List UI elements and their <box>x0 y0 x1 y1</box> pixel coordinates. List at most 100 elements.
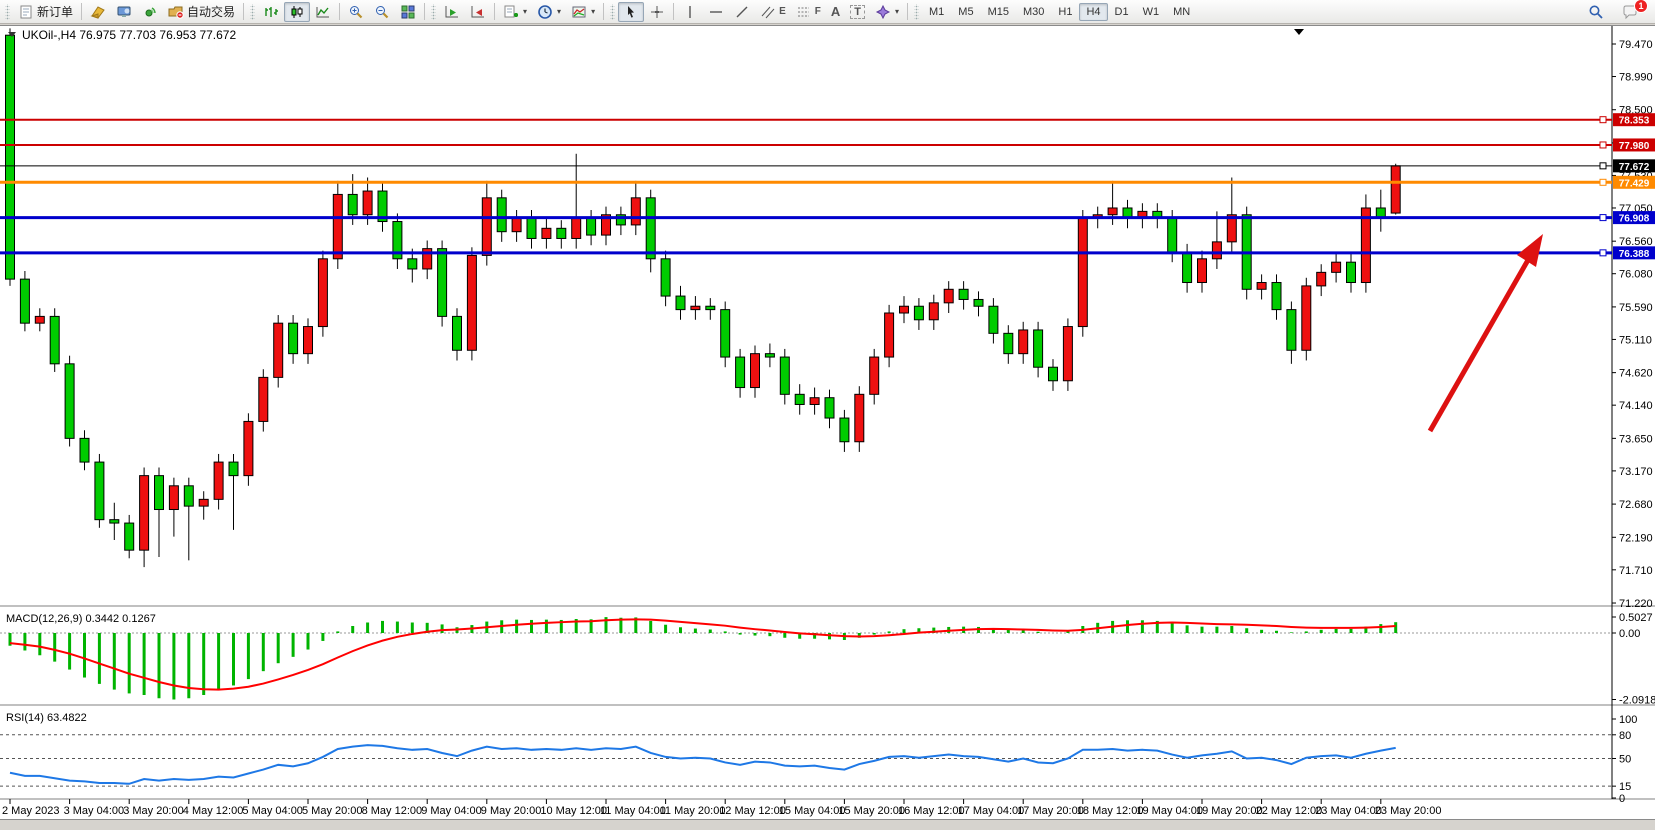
candle-down <box>184 486 193 506</box>
chart-shift-marker[interactable] <box>1294 29 1304 35</box>
candle-up <box>1257 283 1266 290</box>
toolbar-grip[interactable] <box>914 4 919 20</box>
candle-down <box>1049 367 1058 381</box>
date-axis-label: 3 May 04:00 <box>64 805 125 817</box>
candle-down <box>721 310 730 357</box>
price-badge-label: 76.388 <box>1619 249 1650 260</box>
candle-up <box>214 462 223 499</box>
indicators-button[interactable]: ▾ <box>498 2 532 22</box>
autotrade-button[interactable]: 自动交易 <box>163 2 240 22</box>
timeframe-m1-button[interactable]: M1 <box>922 3 951 21</box>
timeframe-w1-button[interactable]: W1 <box>1136 3 1167 21</box>
timeframe-d1-button[interactable]: D1 <box>1108 3 1136 21</box>
candle-up <box>1361 208 1370 283</box>
zoom-out-icon <box>374 4 390 20</box>
fibonacci-tool-button[interactable]: F <box>791 2 826 22</box>
timeframe-h4-button[interactable]: H4 <box>1079 3 1107 21</box>
separator <box>494 3 495 20</box>
rsi-axis-label: 0 <box>1619 793 1625 805</box>
candlestick-chart-button[interactable] <box>284 2 310 22</box>
zoom-out-button[interactable] <box>369 2 395 22</box>
candle-down <box>438 249 447 317</box>
price-axis-label: 74.620 <box>1619 368 1653 380</box>
toolbar: 新订单 自动交易 ▾ <box>0 0 1655 24</box>
market-watch-button[interactable] <box>85 2 111 22</box>
chart-canvas[interactable]: 79.47078.99078.50078.01077.53077.05076.5… <box>0 26 1655 819</box>
text-label-tool-button[interactable]: T <box>845 2 870 22</box>
channel-tool-button[interactable]: E <box>755 2 791 22</box>
zoom-in-button[interactable] <box>343 2 369 22</box>
toolbar-grip[interactable] <box>5 4 10 20</box>
date-axis-label: 10 May 12:00 <box>540 805 607 817</box>
cursor-tool-button[interactable] <box>618 2 644 22</box>
templates-button[interactable]: ▾ <box>566 2 600 22</box>
notifications-button[interactable]: 1 <box>1617 2 1643 22</box>
arrows-tool-button[interactable]: ▾ <box>870 2 904 22</box>
bar-chart-button[interactable] <box>258 2 284 22</box>
date-axis-label: 23 May 20:00 <box>1375 805 1442 817</box>
trendline-icon <box>734 4 750 20</box>
line-chart-button[interactable] <box>310 2 336 22</box>
rsi-axis-label: 100 <box>1619 714 1637 726</box>
signal-icon <box>142 4 158 20</box>
candle-up <box>169 486 178 510</box>
toolbar-grip[interactable] <box>610 4 615 20</box>
timeframe-h1-button[interactable]: H1 <box>1051 3 1079 21</box>
candle-up <box>751 354 760 388</box>
chart-shift-button[interactable] <box>465 2 491 22</box>
candle-up <box>1317 272 1326 286</box>
candle-up <box>810 398 819 405</box>
candle-up <box>1198 259 1207 283</box>
crosshair-tool-button[interactable] <box>644 2 670 22</box>
vertical-line-tool-button[interactable] <box>677 2 703 22</box>
new-order-button[interactable]: 新订单 <box>13 2 78 22</box>
candle-down <box>825 398 834 418</box>
toolbar-grip[interactable] <box>250 4 255 20</box>
date-axis-label: 9 May 20:00 <box>481 805 542 817</box>
date-axis-label: 19 May 20:00 <box>1196 805 1263 817</box>
fibonacci-icon <box>796 4 812 20</box>
navigator-button[interactable] <box>137 2 163 22</box>
candle-down <box>155 476 164 510</box>
new-order-icon <box>18 4 34 20</box>
candle-up <box>363 191 372 215</box>
auto-scroll-button[interactable] <box>439 2 465 22</box>
trend-arrow-head[interactable] <box>1517 234 1543 267</box>
candle-down <box>989 306 998 333</box>
candle-down <box>408 259 417 269</box>
timeframe-m15-button[interactable]: M15 <box>981 3 1016 21</box>
trend-arrow-shaft[interactable] <box>1430 260 1528 431</box>
date-axis-label: 22 May 12:00 <box>1256 805 1323 817</box>
candle-up <box>244 421 253 475</box>
date-axis-label: 19 May 04:00 <box>1136 805 1203 817</box>
candle-up <box>944 289 953 303</box>
chevron-down-icon: ▾ <box>591 7 595 16</box>
tile-windows-button[interactable] <box>395 2 421 22</box>
text-tool-button[interactable]: A <box>826 2 845 22</box>
periods-button[interactable]: ▾ <box>532 2 566 22</box>
text-label-icon: T <box>850 5 865 19</box>
timeframe-m5-button[interactable]: M5 <box>951 3 980 21</box>
rsi-axis-label: 80 <box>1619 730 1631 742</box>
toolbar-grip[interactable] <box>431 4 436 20</box>
candle-down <box>557 228 566 238</box>
separator <box>603 3 604 20</box>
horizontal-line-tool-button[interactable] <box>703 2 729 22</box>
candle-down <box>50 316 59 363</box>
date-axis-label: 17 May 20:00 <box>1017 805 1084 817</box>
timeframe-mn-button[interactable]: MN <box>1166 3 1197 21</box>
candle-down <box>840 418 849 442</box>
candle-up <box>855 394 864 441</box>
candlestick-chart-icon <box>289 4 305 20</box>
candle-up <box>274 323 283 377</box>
search-button[interactable] <box>1583 2 1609 22</box>
candle-up <box>259 377 268 421</box>
candle-up <box>35 316 44 323</box>
trendline-tool-button[interactable] <box>729 2 755 22</box>
candle-down <box>229 462 238 476</box>
candle-down <box>1272 283 1281 310</box>
data-window-button[interactable] <box>111 2 137 22</box>
autotrade-icon <box>168 4 184 20</box>
chart-shift-icon <box>470 4 486 20</box>
timeframe-m30-button[interactable]: M30 <box>1016 3 1051 21</box>
